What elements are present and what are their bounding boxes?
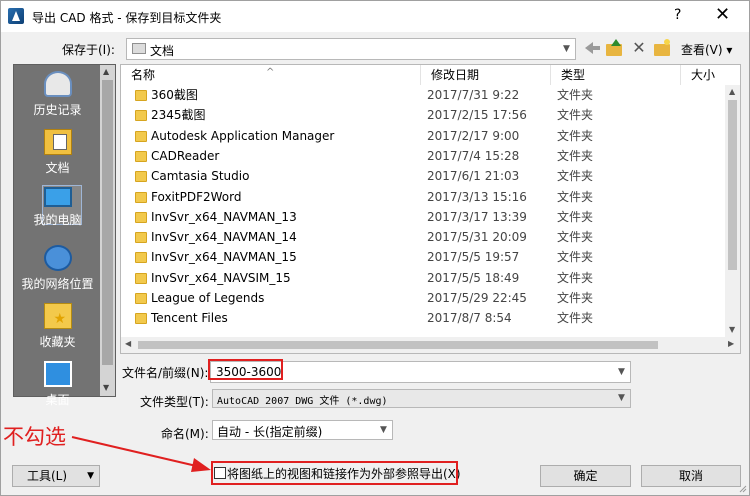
annotation-arrow-icon — [71, 436, 211, 472]
